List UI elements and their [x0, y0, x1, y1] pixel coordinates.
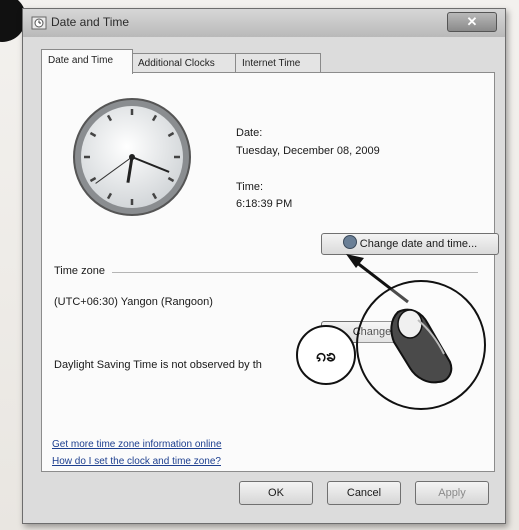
tab-strip: Date and Time Additional Clocks Internet… — [41, 49, 491, 74]
dst-note: Daylight Saving Time is not observed by … — [54, 359, 262, 371]
section-divider — [112, 272, 478, 273]
date-value: Tuesday, December 08, 2009 — [236, 145, 380, 157]
uac-shield-icon — [342, 235, 357, 249]
close-button[interactable]: ✕ — [447, 12, 497, 32]
analog-clock — [73, 98, 191, 216]
ok-label: OK — [268, 487, 284, 499]
hand-pointer-icon — [390, 308, 453, 384]
tab-label: Internet Time — [242, 58, 301, 69]
change-date-time-button[interactable]: Change date and time... — [321, 233, 499, 255]
more-time-zone-info-link[interactable]: Get more time zone information online — [52, 439, 222, 450]
ok-button[interactable]: OK — [239, 481, 313, 505]
change-date-time-label: Change date and time... — [359, 238, 478, 250]
date-time-dialog: Date and Time ✕ Date and Time Additional… — [22, 8, 506, 524]
tab-label: Additional Clocks — [138, 58, 215, 69]
title-bar[interactable]: Date and Time ✕ — [23, 9, 505, 37]
window-title: Date and Time — [51, 15, 130, 29]
tab-internet-time[interactable]: Internet Time — [235, 53, 321, 73]
cancel-label: Cancel — [346, 487, 382, 499]
tab-panel: Date: Tuesday, December 08, 2009 Time: 6… — [41, 72, 499, 472]
hand-callout — [356, 280, 486, 410]
apply-label: Apply — [438, 487, 466, 499]
time-zone-value: (UTC+06:30) Yangon (Rangoon) — [54, 296, 213, 308]
date-label: Date: — [236, 127, 263, 139]
tab-label: Date and Time — [48, 55, 114, 66]
time-value: 6:18:39 PM — [236, 198, 293, 210]
time-label: Time: — [236, 181, 264, 193]
cancel-button[interactable]: Cancel — [327, 481, 401, 505]
how-to-set-clock-link[interactable]: How do I set the clock and time zone? — [52, 456, 221, 467]
language-glyph-callout: ၵၶ — [296, 325, 356, 385]
close-icon: ✕ — [466, 14, 478, 29]
tab-additional-clocks[interactable]: Additional Clocks — [131, 53, 237, 73]
apply-button[interactable]: Apply — [415, 481, 489, 505]
clock-icon — [31, 16, 47, 30]
tab-date-and-time[interactable]: Date and Time — [41, 49, 133, 74]
time-zone-heading: Time zone — [54, 265, 105, 277]
